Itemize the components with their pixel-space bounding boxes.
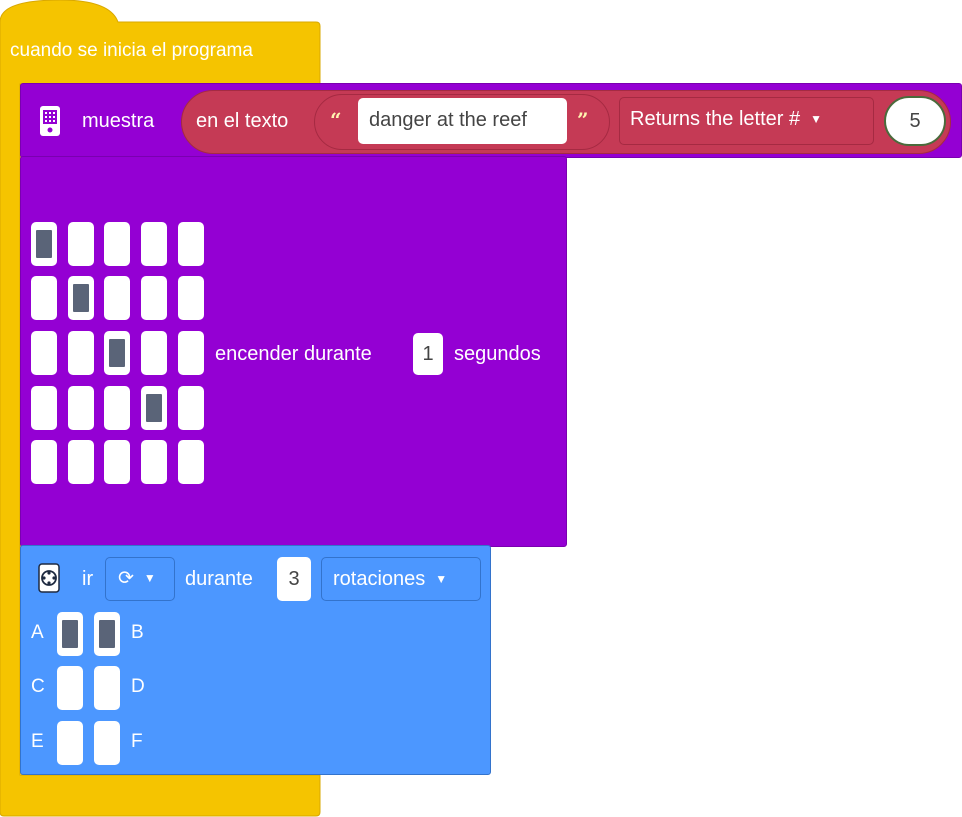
led-pixel-r2-c2[interactable] <box>68 276 94 320</box>
led-pixel-r5-c2[interactable] <box>68 440 94 484</box>
letter-mode-dropdown[interactable]: Returns the letter # ▼ <box>619 97 874 145</box>
led-pixel-r3-c4[interactable] <box>141 331 167 375</box>
led-pixel-r5-c3[interactable] <box>104 440 130 484</box>
open-quote-icon: “ <box>330 108 342 132</box>
led-pixel-r2-c4[interactable] <box>141 276 167 320</box>
direction-dropdown[interactable]: ⟳ ▼ <box>105 557 175 601</box>
chevron-down-icon: ▼ <box>143 571 156 585</box>
port-toggle-d[interactable] <box>94 666 120 710</box>
port-toggle-f[interactable] <box>94 721 120 765</box>
in-text-label: en el texto <box>196 110 289 132</box>
led-pixel-r4-c1[interactable] <box>31 386 57 430</box>
led-pixel-r3-c5[interactable] <box>178 331 204 375</box>
close-quote-icon: ” <box>577 108 589 132</box>
led-pixel-r4-c5[interactable] <box>178 386 204 430</box>
text-input-field[interactable]: danger at the reef <box>358 98 567 144</box>
led-pixel-r1-c3[interactable] <box>104 222 130 266</box>
seconds-label: segundos <box>454 343 541 365</box>
led-pixel-r4-c2[interactable] <box>68 386 94 430</box>
led-pixel-r5-c1[interactable] <box>31 440 57 484</box>
port-toggle-c[interactable] <box>57 666 83 710</box>
port-label-c: C <box>31 676 45 697</box>
unit-label: rotaciones <box>333 568 426 590</box>
port-label-e: E <box>31 731 44 752</box>
chevron-down-icon: ▼ <box>810 112 822 126</box>
led-pixel-r3-c3[interactable] <box>104 331 130 375</box>
port-label-d: D <box>131 676 145 697</box>
led-pixel-r1-c1[interactable] <box>31 222 57 266</box>
led-pixel-r2-c5[interactable] <box>178 276 204 320</box>
port-label-f: F <box>131 731 143 752</box>
amount-input[interactable]: 3 <box>277 557 311 601</box>
go-label: ir <box>82 568 94 590</box>
letter-index-input[interactable]: 5 <box>884 96 946 146</box>
chevron-down-icon: ▼ <box>435 572 448 586</box>
led-pixel-r1-c2[interactable] <box>68 222 94 266</box>
motor-icon <box>38 563 60 593</box>
hat-block-label: cuando se inicia el programa <box>10 40 253 61</box>
port-toggle-b[interactable] <box>94 612 120 656</box>
led-pixel-r1-c4[interactable] <box>141 222 167 266</box>
led-pixel-r1-c5[interactable] <box>178 222 204 266</box>
led-pixel-r3-c2[interactable] <box>68 331 94 375</box>
duration-input[interactable]: 1 <box>413 333 443 375</box>
rotate-clockwise-icon: ⟳ <box>118 568 134 589</box>
microbit-board-icon <box>40 106 60 136</box>
led-pixel-r2-c3[interactable] <box>104 276 130 320</box>
led-pixel-r5-c5[interactable] <box>178 440 204 484</box>
show-label: muestra <box>82 110 155 132</box>
port-toggle-a[interactable] <box>57 612 83 656</box>
turn-on-for-label: encender durante <box>215 343 372 365</box>
led-pixel-r5-c4[interactable] <box>141 440 167 484</box>
led-pixel-r2-c1[interactable] <box>31 276 57 320</box>
letter-mode-label: Returns the letter # <box>630 108 801 130</box>
led-pixel-r3-c1[interactable] <box>31 331 57 375</box>
port-toggle-e[interactable] <box>57 721 83 765</box>
port-label-a: A <box>31 622 44 643</box>
led-pixel-r4-c4[interactable] <box>141 386 167 430</box>
code-canvas: cuando se inicia el programa muestra en … <box>0 0 962 817</box>
led-pixel-r4-c3[interactable] <box>104 386 130 430</box>
unit-dropdown[interactable]: rotaciones ▼ <box>321 557 481 601</box>
port-label-b: B <box>131 622 144 643</box>
for-label: durante <box>185 568 253 590</box>
